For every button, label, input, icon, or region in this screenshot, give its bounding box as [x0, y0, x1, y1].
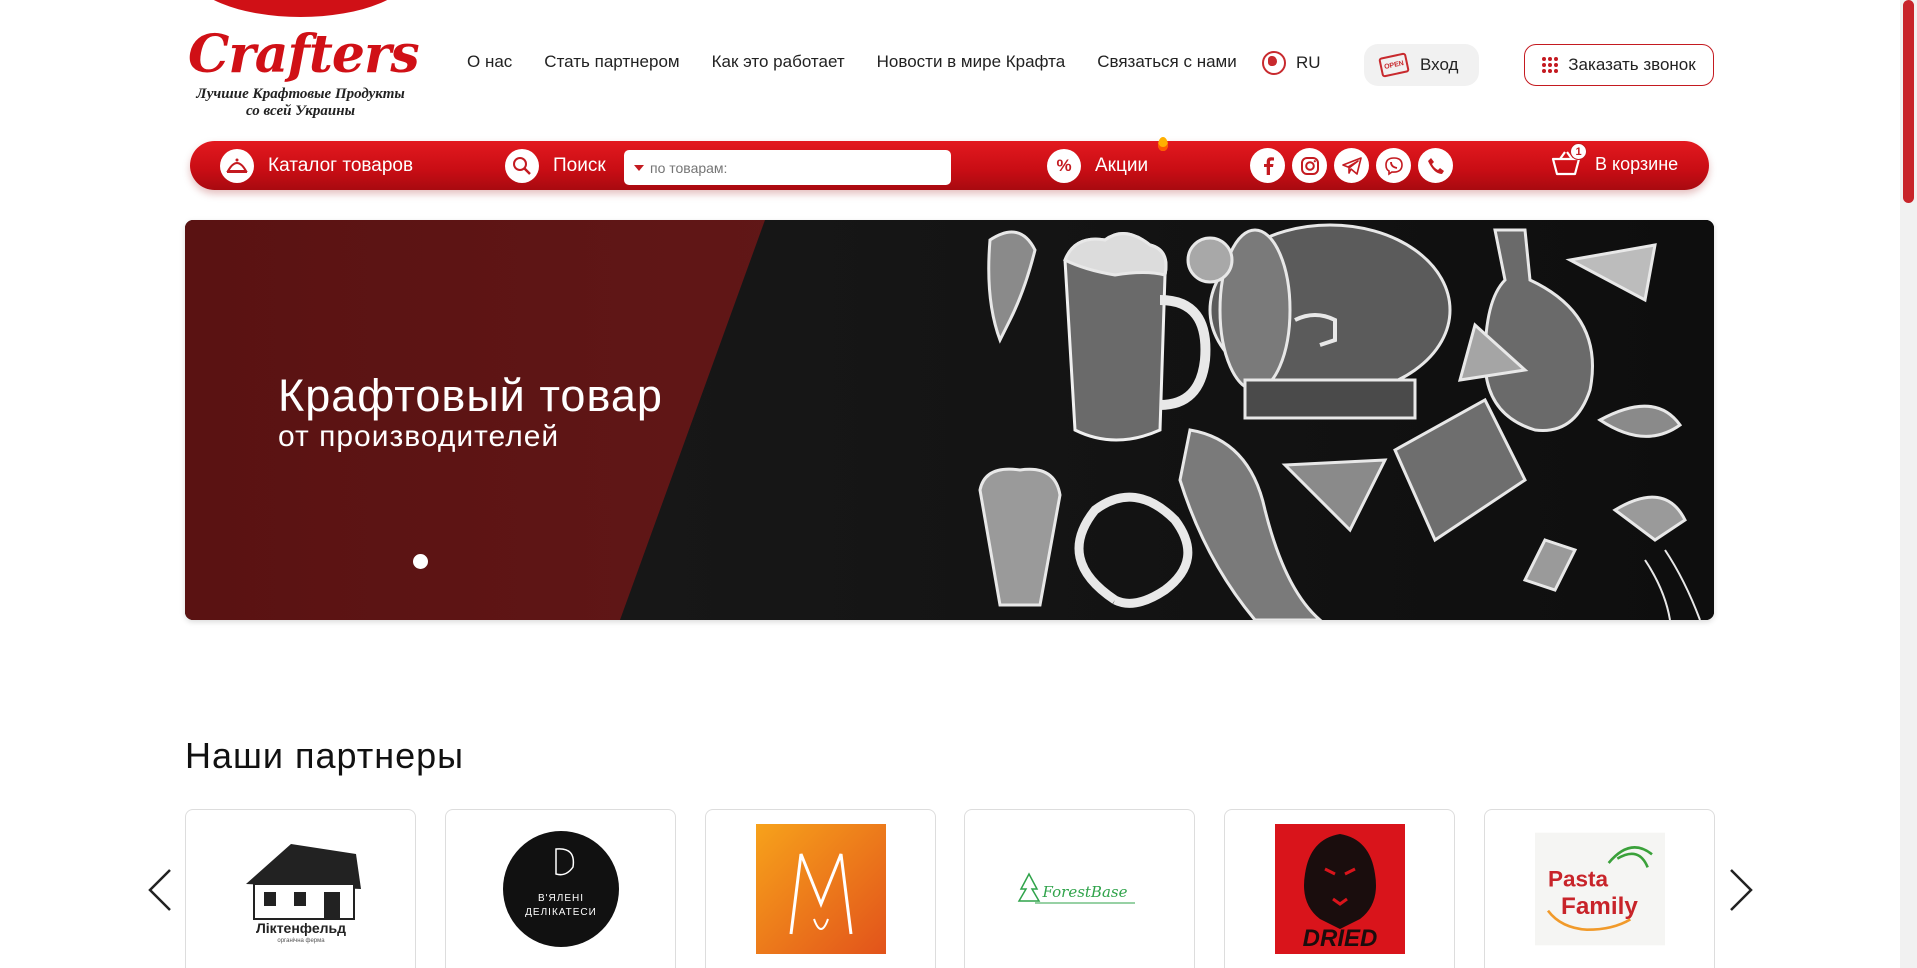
hero-banner[interactable]: Крафтовый товар от производителей [185, 220, 1714, 620]
nav-become-partner[interactable]: Стать партнером [544, 52, 679, 72]
partners-heading: Наши партнеры [185, 735, 465, 776]
cloche-icon [220, 149, 254, 183]
logo-tagline-2: со всей Украины [246, 103, 355, 119]
svg-text:Pasta: Pasta [1548, 866, 1609, 891]
partner-logo-forestbase: ForestBase [1015, 824, 1145, 954]
logo-name: Crafters [188, 24, 420, 85]
nav-about[interactable]: О нас [467, 52, 512, 72]
search-icon [505, 149, 539, 183]
partner-logo-dried: DRIED [1274, 824, 1405, 954]
page: Crafters Лучшие Крафтовые Продукты со вс… [0, 0, 1917, 968]
flame-icon [1158, 137, 1168, 151]
search-scope-dropdown-icon[interactable] [634, 164, 644, 171]
svg-text:Family: Family [1561, 893, 1638, 920]
cart-button[interactable]: 1 В корзине [1551, 143, 1679, 179]
cart-count-badge: 1 [1570, 143, 1587, 160]
svg-text:ДЕЛІКАТЕСИ: ДЕЛІКАТЕСИ [525, 907, 597, 918]
partner-card[interactable]: Pasta Family [1484, 809, 1715, 968]
percent-icon: % [1047, 149, 1081, 183]
promotions-button[interactable]: % Акции [1047, 149, 1148, 183]
partner-card[interactable]: DRIED [1224, 809, 1455, 968]
svg-text:Ліктенфельд: Ліктенфельд [255, 920, 345, 936]
open-sign-icon: OPEN [1378, 52, 1410, 78]
partner-card[interactable] [705, 809, 936, 968]
nav-craft-news[interactable]: Новости в мире Крафта [877, 52, 1066, 72]
order-call-label: Заказать звонок [1568, 55, 1696, 74]
order-call-button[interactable]: Заказать звонок [1524, 44, 1714, 86]
partners-next-arrow-icon[interactable] [1727, 868, 1755, 912]
svg-text:органічна ферма: органічна ферма [277, 938, 325, 944]
hero-subtitle: от производителей [278, 420, 560, 453]
partner-logo-m [755, 824, 886, 954]
search-label: Поиск [553, 155, 606, 176]
login-button[interactable]: OPEN Вход [1364, 44, 1479, 86]
page-scrollbar[interactable] [1900, 0, 1917, 968]
search-button[interactable]: Поиск [505, 149, 606, 183]
partners-prev-arrow-icon[interactable] [146, 868, 174, 912]
promotions-label: Акции [1095, 155, 1149, 176]
facebook-icon[interactable] [1250, 148, 1285, 183]
social-links [1250, 148, 1453, 183]
viber-icon[interactable] [1376, 148, 1411, 183]
search-input[interactable] [650, 159, 930, 176]
logo-top-decoration [188, 0, 413, 17]
login-label: Вход [1420, 55, 1459, 74]
scrollbar-thumb[interactable] [1903, 0, 1914, 203]
partner-card[interactable]: ForestBase [964, 809, 1195, 968]
slider-dot-active[interactable] [413, 554, 428, 569]
search-field[interactable] [624, 150, 951, 185]
main-toolbar: Каталог товаров Поиск % Акции [190, 137, 1709, 190]
partner-logo-liktenfeld: Ліктенфельд органічна ферма [236, 824, 366, 954]
partner-logo-vyaleni-delikatesy: В'ЯЛЕНІ ДЕЛІКАТЕСИ [496, 824, 626, 954]
globe-icon [1262, 51, 1286, 75]
nav-contact[interactable]: Связаться с нами [1097, 52, 1237, 72]
catalog-button[interactable]: Каталог товаров [220, 149, 413, 183]
svg-text:В'ЯЛЕНІ: В'ЯЛЕНІ [537, 893, 583, 904]
logo-tagline-1: Лучшие Крафтовые Продукты [196, 86, 405, 102]
instagram-icon[interactable] [1292, 148, 1327, 183]
language-current: RU [1296, 53, 1321, 72]
hero-illustration [978, 223, 1701, 620]
language-switcher[interactable]: RU [1262, 51, 1321, 75]
nav-how-it-works[interactable]: Как это работает [712, 52, 845, 72]
cart-label: В корзине [1595, 153, 1679, 174]
svg-text:ForestBase: ForestBase [1041, 883, 1127, 901]
hero-title: Крафтовый товар [278, 370, 663, 421]
partner-logo-pasta-family: Pasta Family [1534, 824, 1665, 954]
site-logo[interactable]: Crafters Лучшие Крафтовые Продукты со вс… [188, 24, 420, 120]
telegram-icon[interactable] [1334, 148, 1369, 183]
basket-icon: 1 [1551, 143, 1587, 179]
top-nav: О нас Стать партнером Как это работает Н… [467, 52, 1269, 72]
dialpad-icon [1542, 57, 1559, 73]
phone-icon[interactable] [1418, 148, 1453, 183]
catalog-label: Каталог товаров [268, 155, 414, 176]
partner-card[interactable]: Ліктенфельд органічна ферма [185, 809, 416, 968]
svg-text:DRIED: DRIED [1302, 925, 1377, 952]
partner-card[interactable]: В'ЯЛЕНІ ДЕЛІКАТЕСИ [445, 809, 676, 968]
